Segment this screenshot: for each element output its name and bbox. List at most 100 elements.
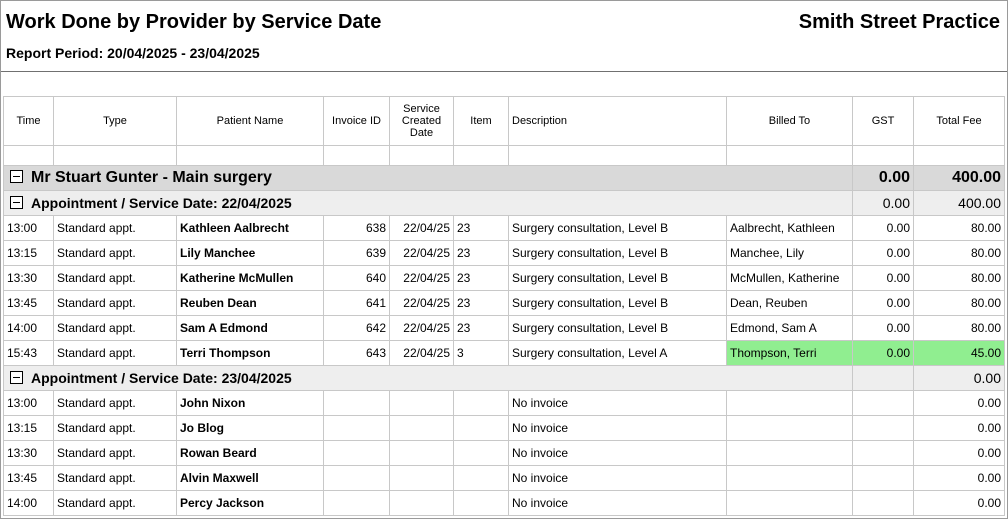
cell-patient: Lily Manchee: [176, 240, 324, 266]
report-table: Time Type Patient Name Invoice ID Servic…: [3, 96, 1005, 516]
col-item[interactable]: Item: [453, 96, 509, 146]
col-time[interactable]: Time: [3, 96, 54, 146]
group-total: 0.00: [913, 365, 1005, 391]
cell-date: [389, 490, 454, 516]
cell-patient: Percy Jackson: [176, 490, 324, 516]
cell-invoice: [323, 415, 390, 441]
cell-patient: John Nixon: [176, 390, 324, 416]
cell-patient: Sam A Edmond: [176, 315, 324, 341]
filter-row: [3, 145, 1005, 166]
collapse-icon[interactable]: [10, 371, 23, 384]
filter-cell[interactable]: [913, 145, 1005, 166]
cell-item: 23: [453, 215, 509, 241]
cell-time: 13:30: [3, 265, 54, 291]
table-row[interactable]: 13:45 Standard appt. Reuben Dean 641 22/04/2…: [3, 290, 1005, 316]
cell-invoice: [323, 465, 390, 491]
cell-date: [389, 440, 454, 466]
cell-type: Standard appt.: [53, 490, 177, 516]
provider-label-cell[interactable]: Mr Stuart Gunter - Main surgery: [3, 165, 853, 191]
filter-cell[interactable]: [453, 145, 509, 166]
table-row[interactable]: 14:00 Standard appt. Sam A Edmond 642 22/04/…: [3, 315, 1005, 341]
col-billed-to[interactable]: Billed To: [726, 96, 853, 146]
appointment-group-label: Appointment / Service Date: 23/04/2025: [31, 370, 292, 386]
filter-cell[interactable]: [176, 145, 324, 166]
cell-item: [453, 390, 509, 416]
appointment-group-label-cell[interactable]: Appointment / Service Date: 23/04/2025: [3, 365, 853, 391]
appointment-group-row[interactable]: Appointment / Service Date: 22/04/2025 0.…: [3, 190, 1005, 216]
cell-patient: Alvin Maxwell: [176, 465, 324, 491]
cell-billed: Thompson, Terri: [726, 340, 853, 366]
appointment-group-row[interactable]: Appointment / Service Date: 23/04/2025 0.…: [3, 365, 1005, 391]
cell-invoice: [323, 440, 390, 466]
cell-patient: Reuben Dean: [176, 290, 324, 316]
filter-cell[interactable]: [852, 145, 914, 166]
cell-description: No invoice: [508, 390, 727, 416]
cell-item: [453, 465, 509, 491]
collapse-icon[interactable]: [10, 196, 23, 209]
cell-billed: Edmond, Sam A: [726, 315, 853, 341]
col-type[interactable]: Type: [53, 96, 177, 146]
cell-billed: [726, 465, 853, 491]
cell-gst: [852, 490, 914, 516]
cell-description: No invoice: [508, 490, 727, 516]
appointment-group-label-cell[interactable]: Appointment / Service Date: 22/04/2025: [3, 190, 853, 216]
cell-fee: 45.00: [913, 340, 1005, 366]
cell-fee: 80.00: [913, 290, 1005, 316]
filter-cell[interactable]: [53, 145, 177, 166]
filter-cell[interactable]: [3, 145, 54, 166]
provider-group-row[interactable]: Mr Stuart Gunter - Main surgery 0.00 400…: [3, 165, 1005, 191]
cell-time: 14:00: [3, 315, 54, 341]
cell-gst: 0.00: [852, 290, 914, 316]
provider-gst: 0.00: [852, 165, 914, 191]
cell-fee: 80.00: [913, 240, 1005, 266]
table-row[interactable]: 13:15 Standard appt. Lily Manchee 639 22/04/…: [3, 240, 1005, 266]
col-description[interactable]: Description: [508, 96, 727, 146]
group-total: 400.00: [913, 190, 1005, 216]
cell-invoice: 638: [323, 215, 390, 241]
cell-time: 13:45: [3, 465, 54, 491]
cell-gst: 0.00: [852, 215, 914, 241]
cell-patient: Katherine McMullen: [176, 265, 324, 291]
table-row[interactable]: 13:15 Standard appt. Jo Blog No invoice 0.00: [3, 415, 1005, 441]
col-gst[interactable]: GST: [852, 96, 914, 146]
col-invoice-id[interactable]: Invoice ID: [323, 96, 390, 146]
table-row[interactable]: 13:45 Standard appt. Alvin Maxwell No invoi…: [3, 465, 1005, 491]
provider-total: 400.00: [913, 165, 1005, 191]
filter-cell[interactable]: [323, 145, 390, 166]
cell-type: Standard appt.: [53, 240, 177, 266]
collapse-icon[interactable]: [10, 170, 23, 183]
filter-cell[interactable]: [726, 145, 853, 166]
cell-billed: [726, 490, 853, 516]
table-row[interactable]: 15:43 Standard appt. Terri Thompson 643 22/0…: [3, 340, 1005, 366]
cell-invoice: [323, 490, 390, 516]
report-frame: Work Done by Provider by Service Date Sm…: [0, 0, 1008, 519]
filter-cell[interactable]: [508, 145, 727, 166]
cell-billed: McMullen, Katherine: [726, 265, 853, 291]
header-divider: [1, 71, 1007, 72]
cell-fee: 80.00: [913, 315, 1005, 341]
table-row[interactable]: 14:00 Standard appt. Percy Jackson No invoi…: [3, 490, 1005, 516]
cell-item: [453, 490, 509, 516]
col-patient-name[interactable]: Patient Name: [176, 96, 324, 146]
table-row[interactable]: 13:30 Standard appt. Rowan Beard No invoice…: [3, 440, 1005, 466]
cell-type: Standard appt.: [53, 290, 177, 316]
cell-billed: Aalbrecht, Kathleen: [726, 215, 853, 241]
cell-gst: [852, 390, 914, 416]
cell-date: 22/04/25: [389, 340, 454, 366]
table-row[interactable]: 13:00 Standard appt. Kathleen Aalbrecht 638…: [3, 215, 1005, 241]
cell-time: 13:15: [3, 240, 54, 266]
cell-time: 13:00: [3, 390, 54, 416]
cell-date: 22/04/25: [389, 315, 454, 341]
cell-gst: [852, 465, 914, 491]
cell-description: No invoice: [508, 440, 727, 466]
col-service-created-date[interactable]: Service Created Date: [389, 96, 454, 146]
cell-gst: 0.00: [852, 315, 914, 341]
table-row[interactable]: 13:00 Standard appt. John Nixon No invoice 0…: [3, 390, 1005, 416]
cell-item: 3: [453, 340, 509, 366]
table-row[interactable]: 13:30 Standard appt. Katherine McMullen 640…: [3, 265, 1005, 291]
cell-billed: Dean, Reuben: [726, 290, 853, 316]
cell-type: Standard appt.: [53, 265, 177, 291]
cell-invoice: 641: [323, 290, 390, 316]
filter-cell[interactable]: [389, 145, 454, 166]
col-total-fee[interactable]: Total Fee: [913, 96, 1005, 146]
